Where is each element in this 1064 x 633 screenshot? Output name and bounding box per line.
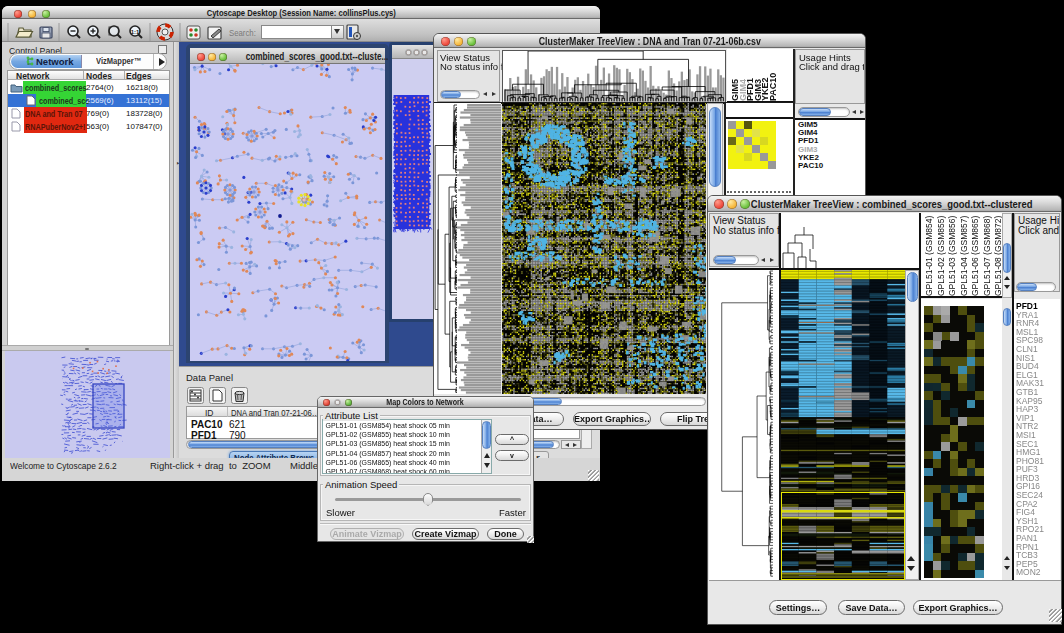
svg-text:1:1: 1:1	[131, 29, 140, 35]
